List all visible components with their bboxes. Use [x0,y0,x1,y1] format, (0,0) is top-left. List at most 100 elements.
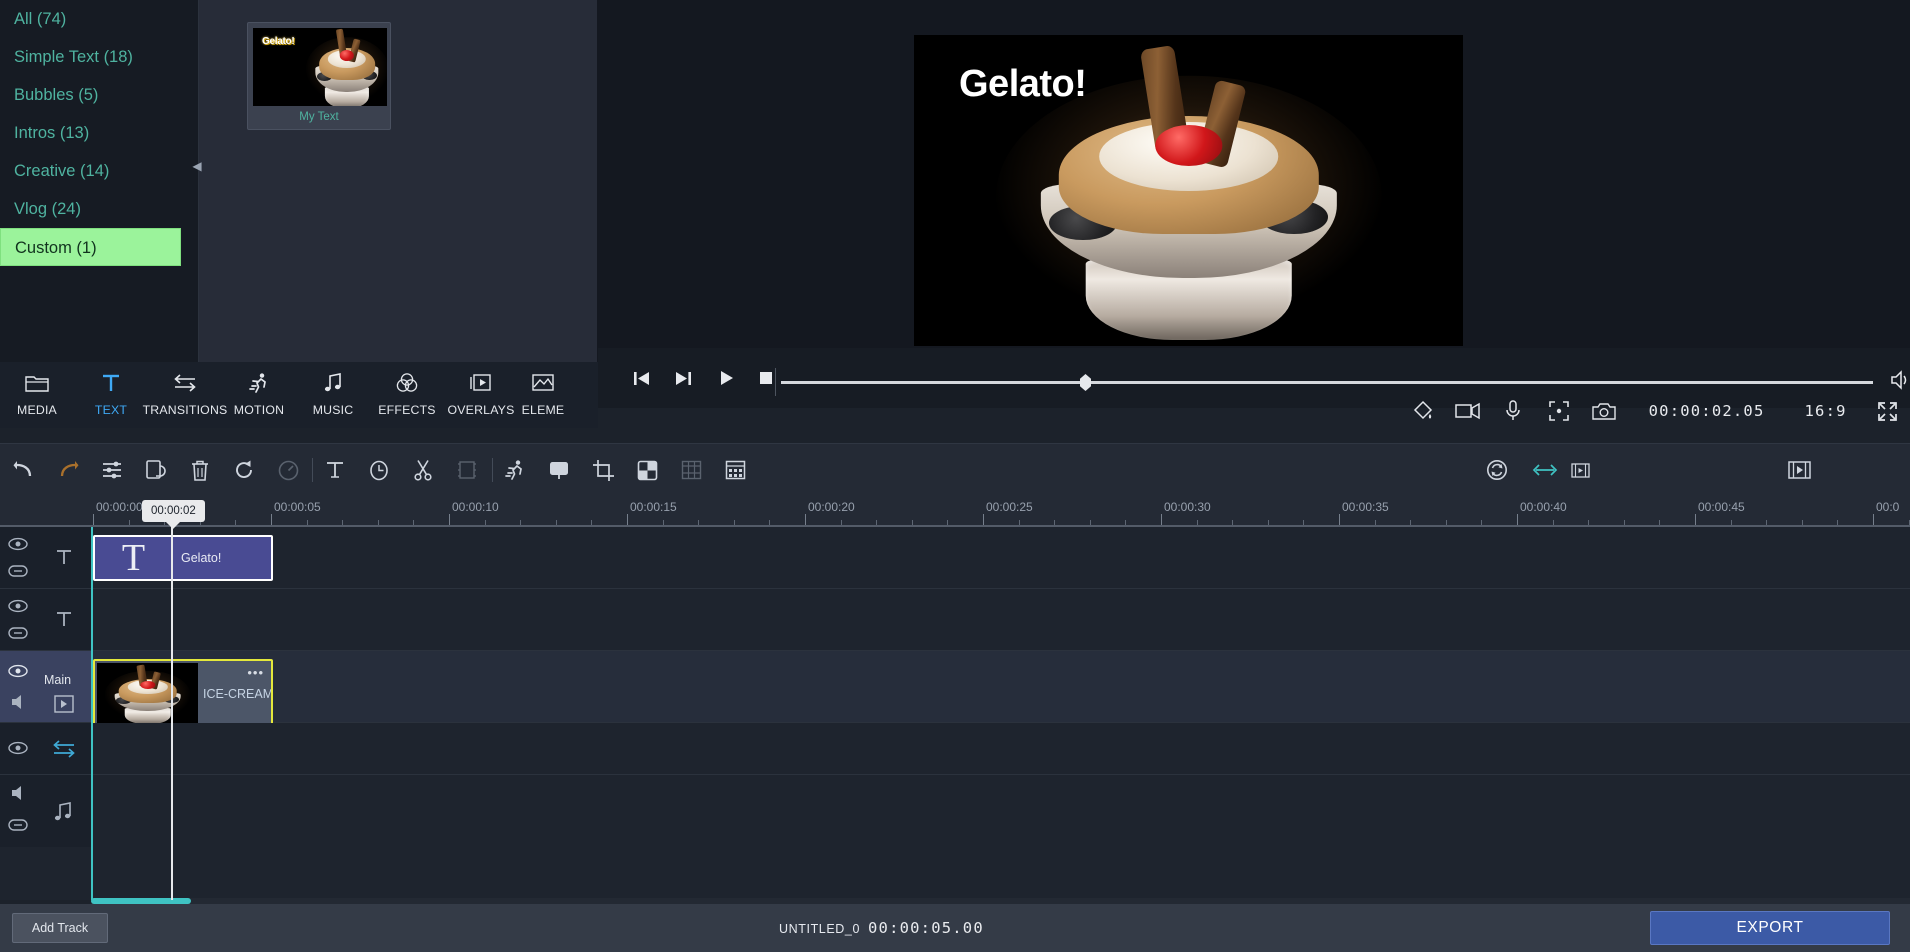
preview-scrubber-track[interactable] [781,381,1873,384]
music-note-icon [50,800,76,824]
timeline-tracks: T Gelato! Main ICE-CREAM ••• [0,527,1910,900]
category-item-5[interactable]: Vlog (24) [0,190,199,228]
motion-run-icon[interactable] [500,455,530,485]
clip-text-label: Gelato! [181,551,222,565]
link-icon[interactable] [8,563,28,579]
ruler-mark-0: 00:00:00 [96,500,143,514]
category-item-3[interactable]: Intros (13) [0,114,199,152]
tab-music-label: MUSIC [312,403,354,417]
mute-speaker-icon[interactable] [8,784,28,802]
video-editor-window: All (74) Simple Text (18) Bubbles (5) Intro… [0,0,1910,952]
tab-media[interactable]: MEDIA [0,368,74,417]
skip-back-icon[interactable] [628,366,654,390]
clip-menu-icon[interactable]: ••• [247,665,264,680]
track-title-1[interactable]: T Gelato! [0,527,1910,589]
tab-elements-label: ELEME [521,403,565,417]
record-voice-icon[interactable] [1491,396,1536,426]
duration-clock-icon[interactable] [364,455,394,485]
pip-icon[interactable] [632,455,662,485]
eye-icon[interactable] [8,536,28,552]
track-body-title-1[interactable]: T Gelato! [91,527,1910,588]
category-item-1[interactable]: Simple Text (18) [0,38,199,76]
undo-icon[interactable] [9,455,39,485]
pan-icon[interactable] [544,455,574,485]
add-track-button[interactable]: Add Track [12,913,108,943]
mute-speaker-icon[interactable] [8,693,28,711]
category-item-6[interactable]: Custom (1) [0,228,181,266]
track-body-main[interactable]: ICE-CREAM-24 ••• [91,651,1910,729]
track-title-2[interactable] [0,589,1910,651]
template-card-my-text[interactable]: Gelato! My Text [247,22,391,130]
playhead-line[interactable] [171,522,173,900]
content-tab-bar: MEDIA TEXT TRANSITIONS MOTION MUSIC EFFE… [0,362,598,428]
large-frames-icon[interactable] [1784,455,1814,485]
category-item-0[interactable]: All (74) [0,0,199,38]
fit-width-icon[interactable] [1530,455,1560,485]
volume-icon[interactable] [1888,369,1910,391]
ruler-mark-3: 00:00:15 [630,500,677,514]
loop-icon[interactable] [1482,455,1512,485]
toolbar-separator-1 [312,458,313,482]
tab-music[interactable]: MUSIC [296,368,370,417]
category-list: All (74) Simple Text (18) Bubbles (5) Intro… [0,0,199,266]
cut-scissors-icon[interactable] [408,455,438,485]
aspect-ratio-label[interactable]: 16:9 [1805,402,1847,420]
title-t-icon[interactable] [320,455,350,485]
eye-icon[interactable] [8,598,28,614]
tab-text[interactable]: TEXT [74,368,148,417]
snapshot-camera-icon[interactable] [1581,396,1626,426]
color-fill-icon[interactable] [1400,396,1445,426]
eye-icon[interactable] [8,740,28,756]
template-thumbnail: Gelato! [253,28,387,106]
link-icon[interactable] [8,625,28,641]
tab-effects[interactable]: EFFECTS [370,368,444,417]
skip-forward-icon[interactable] [670,366,696,390]
ice-cream-thumb-art [299,28,387,106]
track-music[interactable] [0,775,1910,847]
redo-icon[interactable] [53,455,83,485]
adjust-sliders-icon[interactable] [97,455,127,485]
tab-elements[interactable]: ELEME [518,368,568,417]
collapse-panel-icon[interactable]: ◀ [190,155,204,177]
delete-icon[interactable] [185,455,215,485]
frame-detect-icon[interactable] [1536,396,1581,426]
ruler-mark-1: 00:00:05 [274,500,321,514]
tab-motion[interactable]: MOTION [222,368,296,417]
ruler-mark-6: 00:00:30 [1164,500,1211,514]
clip-text-gelato[interactable]: T Gelato! [93,535,273,581]
track-transitions[interactable] [0,723,1910,775]
eye-icon[interactable] [8,663,28,679]
timeline-ruler[interactable]: 00:00:00 00:00:05 00:00:10 00:00:15 00:00:20… [0,496,1910,526]
preview-scrubber-handle[interactable] [1080,374,1091,391]
play-icon[interactable] [713,366,739,390]
player-separator [775,368,776,396]
track-main[interactable]: Main ICE-CREAM ••• [0,651,1910,729]
copy-icon[interactable] [141,455,171,485]
ice-cream-clip-art [97,663,198,725]
category-item-2[interactable]: Bubbles (5) [0,76,199,114]
link-icon[interactable] [8,817,28,833]
timeline-toolbar: 00:05 ▲ ▼ [0,443,1910,926]
tab-overlays[interactable]: OVERLAYS [444,368,518,417]
tab-transitions[interactable]: TRANSITIONS [143,368,227,417]
video-icon[interactable] [52,694,76,714]
chroma-key-icon[interactable] [720,455,750,485]
track-body-music[interactable] [91,775,1910,847]
playhead-label[interactable]: 00:00:02 [142,500,205,522]
fullscreen-icon[interactable] [1865,396,1910,426]
ruler-mark-10: 00:0 [1876,500,1900,514]
preview-stage[interactable]: Gelato! [914,35,1463,346]
effects-circles-icon [395,368,419,398]
crop-icon[interactable] [588,455,618,485]
clip-video-ice-cream[interactable]: ICE-CREAM-24 ••• [93,659,273,729]
rotate-icon[interactable] [229,455,259,485]
small-frames-icon[interactable] [1565,455,1595,485]
filmstrip-icon [452,455,482,485]
tab-text-label: TEXT [94,403,128,417]
export-button[interactable]: EXPORT [1650,911,1890,945]
track-body-transitions[interactable] [91,723,1910,774]
track-body-title-2[interactable] [91,589,1910,650]
category-item-4[interactable]: Creative (14) [0,152,199,190]
record-video-icon[interactable] [1445,396,1490,426]
ruler-tick-major-1 [271,514,272,525]
